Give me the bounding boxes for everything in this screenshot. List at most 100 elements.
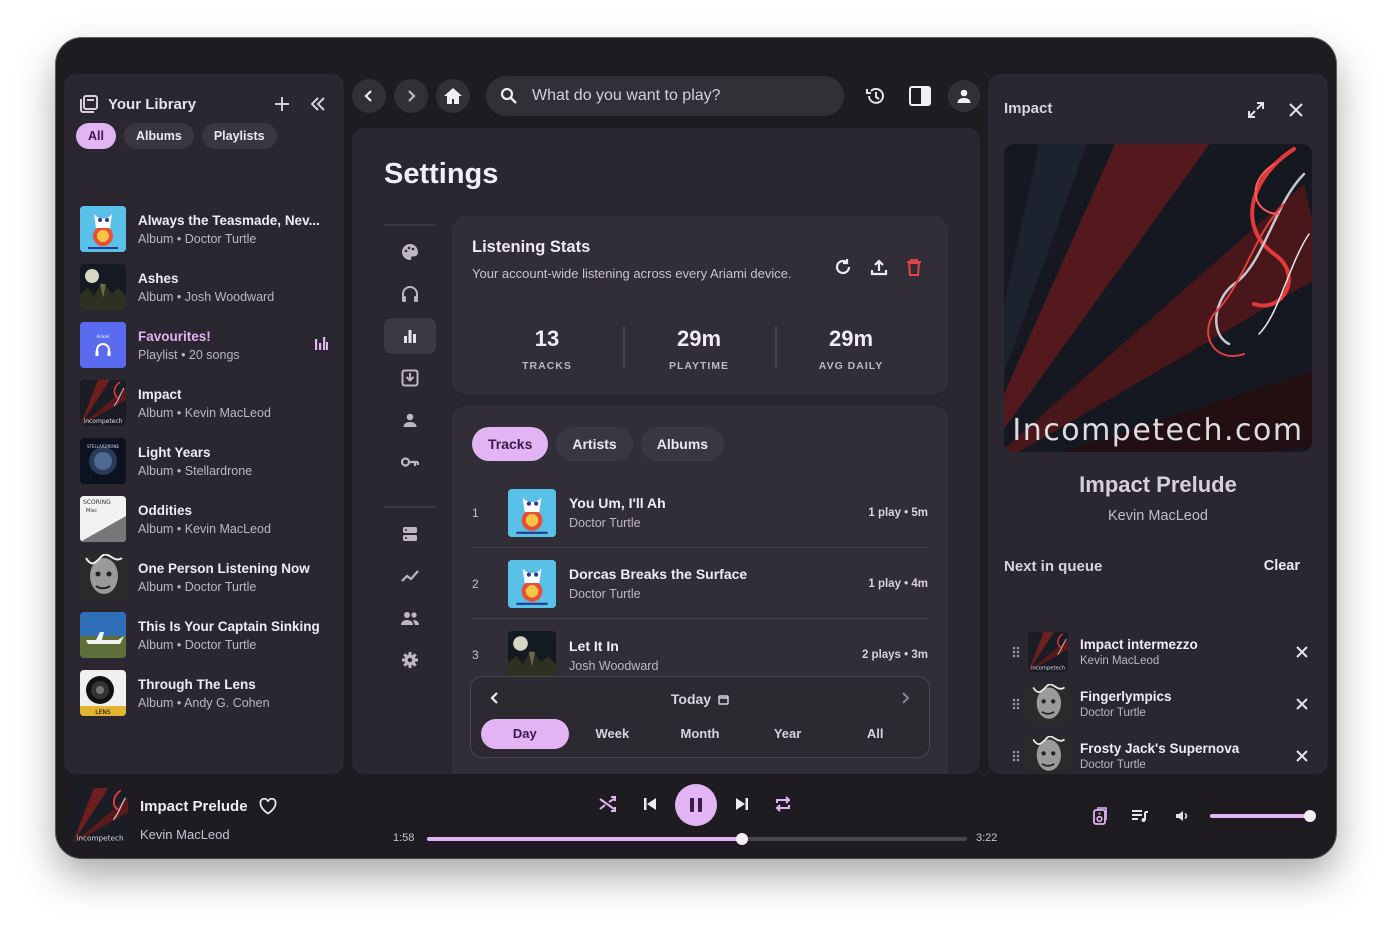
volume-button[interactable] — [1168, 802, 1196, 830]
pause-icon — [690, 798, 702, 812]
clear-queue-button[interactable]: Clear — [1264, 558, 1300, 574]
nav-playback[interactable] — [384, 276, 436, 312]
nav-account[interactable] — [384, 402, 436, 438]
heart-icon[interactable] — [259, 798, 277, 815]
library-item[interactable]: LENS Through The Lens Album • Andy G. Co… — [80, 664, 334, 722]
track-thumbnail — [508, 488, 556, 537]
queue-item[interactable]: incompetech Impact intermezzo Kevin MacL… — [1008, 630, 1308, 674]
tab-artists[interactable]: Artists — [556, 427, 633, 461]
tab-albums[interactable]: Albums — [640, 427, 725, 461]
library-item[interactable]: incompetech Impact Album • Kevin MacLeod — [80, 374, 334, 432]
svg-text:STELLARDRONE: STELLARDRONE — [87, 444, 120, 449]
progress-handle[interactable] — [736, 833, 749, 845]
user-icon — [957, 89, 971, 103]
delete-icon[interactable] — [906, 258, 922, 276]
library-item[interactable]: STELLARDRONE Light Years Album • Stellar… — [80, 432, 334, 490]
range-label[interactable]: Today — [471, 691, 929, 707]
refresh-icon[interactable] — [834, 258, 852, 276]
app-window: Your Library All Albums Playlists Always… — [56, 38, 1336, 858]
nav-downloads[interactable] — [384, 360, 436, 396]
collapse-icon[interactable] — [304, 90, 332, 118]
queue-music-icon — [1132, 810, 1148, 822]
nav-users[interactable] — [384, 600, 436, 636]
range-all[interactable]: All — [831, 719, 919, 749]
queue-item[interactable]: Frosty Jack's Supernova Doctor Turtle — [1008, 734, 1308, 774]
download-icon — [401, 369, 419, 387]
upload-icon[interactable] — [870, 258, 888, 276]
queue-artist-text: Doctor Turtle — [1080, 759, 1146, 771]
range-day[interactable]: Day — [481, 719, 569, 749]
library-item[interactable]: Always the Teasmade, Nev... Album • Doct… — [80, 200, 334, 258]
player-title[interactable]: Impact Prelude — [140, 798, 248, 815]
add-icon[interactable] — [268, 90, 296, 118]
back-button[interactable] — [352, 79, 386, 113]
close-panel-button[interactable] — [1282, 96, 1310, 124]
pause-button[interactable] — [675, 784, 717, 826]
next-button[interactable] — [728, 790, 756, 818]
library-item-title: Impact — [138, 386, 182, 402]
library-item[interactable]: Ashes Album • Josh Woodward — [80, 258, 334, 316]
search-input[interactable]: What do you want to play? — [486, 76, 844, 116]
expand-button[interactable] — [1242, 96, 1270, 124]
nav-security[interactable] — [384, 444, 436, 480]
profile-button[interactable] — [948, 80, 980, 112]
volume-handle[interactable] — [1304, 810, 1316, 822]
tab-tracks[interactable]: Tracks — [472, 427, 549, 461]
drag-handle-icon[interactable] — [1008, 646, 1024, 658]
trending-icon — [401, 570, 419, 582]
nav-appearance[interactable] — [384, 234, 436, 270]
lyrics-button[interactable] — [1086, 802, 1114, 830]
panel-right-icon — [909, 86, 931, 106]
library-item-title: One Person Listening Now — [138, 560, 310, 576]
track-row[interactable]: 1 You Um, I'll Ah Doctor Turtle 1 play •… — [472, 478, 928, 548]
drag-handle-icon[interactable] — [1008, 750, 1024, 762]
stat-value: 29m — [828, 326, 874, 351]
range-week[interactable]: Week — [569, 719, 657, 749]
drag-handle-icon[interactable] — [1008, 698, 1024, 710]
queue-item[interactable]: Fingerlympics Doctor Turtle — [1008, 682, 1308, 726]
toggle-panel-button[interactable] — [906, 82, 934, 110]
filter-playlists-chip[interactable]: Playlists — [201, 123, 277, 149]
home-button[interactable] — [436, 79, 470, 113]
track-artist: Josh Woodward — [569, 658, 659, 673]
player-artist[interactable]: Kevin MacLeod — [140, 827, 230, 842]
chevron-left-icon — [364, 90, 372, 102]
next-range-button[interactable] — [899, 691, 911, 705]
filter-albums-chip[interactable]: Albums — [123, 123, 194, 149]
library-item[interactable]: Ariami Favourites! Playlist • 20 songs — [80, 316, 334, 374]
person-icon — [403, 413, 417, 427]
svg-text:LENS: LENS — [95, 709, 111, 716]
player-album-art[interactable]: incompetech — [72, 788, 128, 844]
nav-general[interactable] — [384, 642, 436, 678]
range-year[interactable]: Year — [744, 719, 832, 749]
library-item-text: Impact Album • Kevin MacLeod — [138, 387, 271, 420]
track-title: Let It In — [569, 637, 619, 654]
stat-value: 29m — [676, 326, 722, 351]
filter-all-chip[interactable]: All — [76, 123, 116, 149]
album-thumbnail — [80, 206, 126, 252]
shuffle-button[interactable] — [594, 790, 622, 818]
nav-server[interactable] — [384, 516, 436, 552]
history-button[interactable] — [862, 82, 890, 110]
remove-icon[interactable] — [1296, 698, 1308, 710]
repeat-icon — [775, 796, 791, 812]
library-list: Always the Teasmade, Nev... Album • Doct… — [80, 200, 334, 722]
volume-slider[interactable] — [1210, 810, 1316, 822]
track-row[interactable]: 2 Dorcas Breaks the Surface Doctor Turtl… — [472, 549, 928, 619]
svg-text:incompetech: incompetech — [76, 833, 123, 842]
remove-icon[interactable] — [1296, 750, 1308, 762]
previous-button[interactable] — [636, 790, 664, 818]
queue-button[interactable] — [1126, 802, 1154, 830]
stat-playtime: 29m PLAYTIME — [624, 326, 774, 372]
library-item[interactable]: SCORING Misc Oddities Album • Kevin MacLe… — [80, 490, 334, 548]
nav-stats[interactable] — [384, 318, 436, 354]
progress-slider[interactable] — [427, 833, 967, 845]
skip-next-icon — [736, 798, 748, 810]
library-item[interactable]: One Person Listening Now Album • Doctor … — [80, 548, 334, 606]
forward-button[interactable] — [394, 79, 428, 113]
remove-icon[interactable] — [1296, 646, 1308, 658]
library-item[interactable]: This Is Your Captain Sinking Album • Doc… — [80, 606, 334, 664]
range-month[interactable]: Month — [656, 719, 744, 749]
repeat-button[interactable] — [769, 790, 797, 818]
nav-activity[interactable] — [384, 558, 436, 594]
